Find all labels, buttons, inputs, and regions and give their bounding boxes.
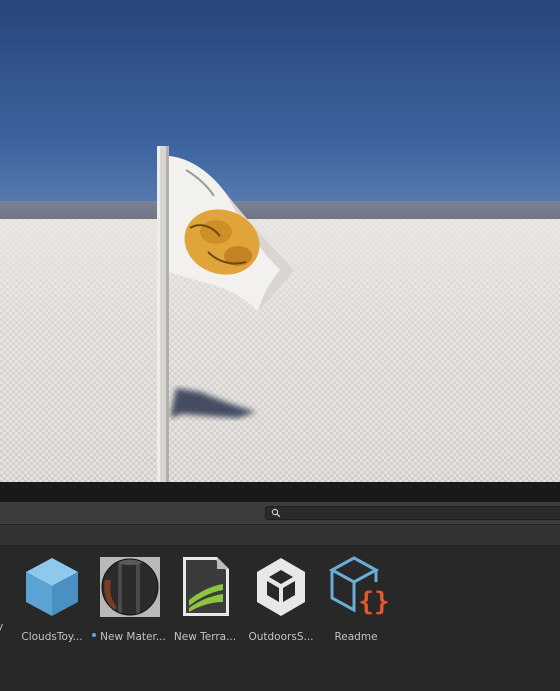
asset-item[interactable]: OutdoorsS...	[243, 556, 319, 646]
asset-item[interactable]: CloudsToy...	[14, 556, 90, 646]
unsaved-dot	[92, 633, 97, 637]
breadcrumb-bar	[0, 525, 560, 546]
flag-scene-art	[157, 146, 294, 482]
svg-text:{}: {}	[358, 587, 389, 617]
panel-divider	[0, 482, 560, 502]
asset-item[interactable]: New Terra...	[167, 556, 243, 646]
asset-item[interactable]: New Mater...	[91, 556, 167, 646]
asset-label: New Mater...	[87, 631, 171, 643]
unity-scene-icon	[257, 558, 305, 616]
project-toolbar	[0, 502, 560, 525]
script-braces-icon: {}	[328, 556, 390, 617]
clipped-asset-label: y	[0, 621, 4, 633]
asset-label: New Terra...	[173, 631, 237, 643]
asset-label: Readme	[334, 631, 378, 643]
flag-shadow	[170, 388, 256, 418]
material-sphere-icon	[100, 557, 160, 617]
terrain-data-icon	[183, 557, 229, 616]
asset-label-text: New Mater...	[100, 631, 166, 643]
asset-grid: CloudsToy... New Mater... New Terra... O…	[0, 546, 560, 691]
asset-label: CloudsToy...	[21, 631, 83, 643]
search-input[interactable]	[265, 506, 560, 520]
prefab-cube-icon	[26, 558, 78, 616]
asset-label: OutdoorsS...	[248, 631, 314, 643]
asset-item[interactable]: {} Readme	[318, 556, 394, 646]
search-icon	[271, 508, 281, 518]
scene-view[interactable]	[0, 0, 560, 482]
